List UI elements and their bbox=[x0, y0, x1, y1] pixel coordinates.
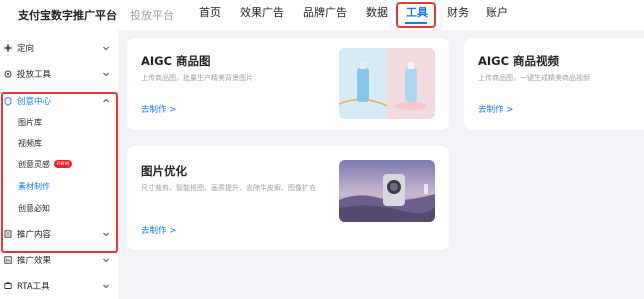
chevron-down-icon bbox=[103, 46, 109, 51]
image-optimization-thumbnail bbox=[339, 160, 435, 222]
card-title: AIGC 商品图 bbox=[141, 54, 211, 68]
card-aigc-product-image: AIGC 商品图 上传商品图，批量生产精美背景图片 去制作 > bbox=[127, 38, 449, 130]
platform-name: 投放平台 bbox=[130, 9, 174, 22]
chevron-down-icon bbox=[103, 72, 109, 77]
chart-icon bbox=[4, 256, 12, 264]
nav-finance[interactable]: 财务 bbox=[446, 0, 470, 30]
chevron-down-icon bbox=[103, 258, 109, 263]
sidebar-label: 定向 bbox=[17, 44, 35, 54]
brand-title: 支付宝数字推广平台 bbox=[18, 9, 117, 22]
nav-performance-ads[interactable]: 效果广告 bbox=[239, 0, 285, 30]
sidebar: 定向 投放工具 创意中心 图片库 视频库 创意灵感 new 素材制作 创意必知 bbox=[0, 30, 118, 299]
nav-brand-ads[interactable]: 品牌广告 bbox=[302, 0, 348, 30]
card-desc: 尺寸裁剪、智能抠图、画质提升、去除牛皮癣、图像扩充 bbox=[141, 184, 316, 192]
content-icon bbox=[4, 230, 12, 238]
chevron-down-icon bbox=[103, 284, 109, 289]
card-title: 图片优化 bbox=[141, 164, 187, 178]
card-aigc-product-video: AIGC 商品视频 上传商品图，一键生成精美商品视频 去制作 > bbox=[464, 38, 644, 130]
sidebar-label: RTA工具 bbox=[17, 282, 50, 292]
rta-icon bbox=[4, 282, 12, 290]
nav-account[interactable]: 账户 bbox=[485, 0, 509, 30]
product-image-thumbnail bbox=[339, 48, 435, 119]
sidebar-label: 推广效果 bbox=[17, 256, 52, 266]
card-desc: 上传商品图，批量生产精美背景图片 bbox=[141, 74, 253, 82]
nav-data[interactable]: 数据 bbox=[365, 0, 389, 30]
sidebar-item-targeting[interactable]: 定向 bbox=[0, 38, 118, 58]
card-title: AIGC 商品视频 bbox=[478, 54, 560, 68]
card-desc: 上传商品图，一键生成精美商品视频 bbox=[478, 74, 590, 82]
target-icon bbox=[4, 44, 12, 52]
sidebar-item-ad-tools[interactable]: 投放工具 bbox=[0, 64, 118, 84]
sidebar-label: 推广内容 bbox=[17, 230, 52, 240]
sidebar-item-promo-effect[interactable]: 推广效果 bbox=[0, 250, 118, 270]
top-nav-bar: 支付宝数字推广平台 投放平台 首页 效果广告 品牌广告 数据 工具 财务 账户 bbox=[0, 0, 644, 30]
sidebar-item-rta-tools[interactable]: RTA工具 bbox=[0, 276, 118, 296]
nav-home[interactable]: 首页 bbox=[198, 0, 222, 30]
tools-icon bbox=[4, 70, 12, 78]
tools-highlight-box bbox=[396, 2, 436, 28]
sidebar-label: 投放工具 bbox=[17, 70, 52, 80]
chevron-down-icon bbox=[103, 232, 109, 237]
card-image-optimization: 图片优化 尺寸裁剪、智能抠图、画质提升、去除牛皮癣、图像扩充 去制作 > bbox=[127, 146, 449, 250]
go-create-link[interactable]: 去制作 > bbox=[478, 103, 513, 115]
go-create-link[interactable]: 去制作 > bbox=[141, 103, 176, 115]
go-create-link[interactable]: 去制作 > bbox=[141, 224, 176, 236]
sidebar-item-promo-content[interactable]: 推广内容 bbox=[0, 224, 118, 244]
